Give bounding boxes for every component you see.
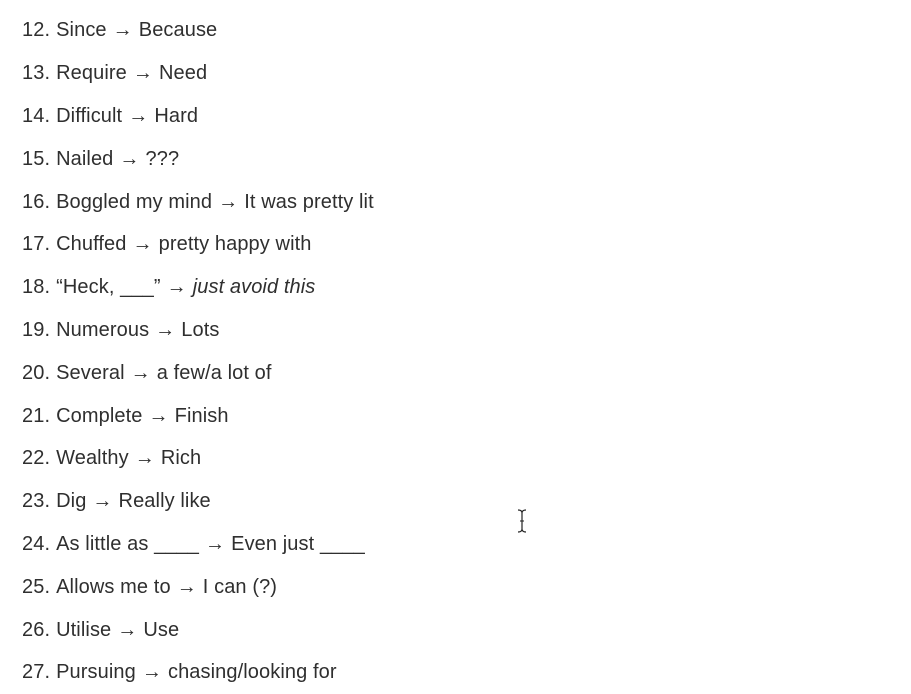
list-item: 20. Several → a few/a lot of [22,351,374,394]
item-original-word: Pursuing [56,661,136,684]
item-replacement-word: Even just ____ [231,532,365,555]
item-number: 22. [22,447,51,470]
list-item: 24. As little as ____ → Even just ____ [22,523,374,566]
item-original-word: Numerous [56,318,150,341]
item-number: 13. [22,62,51,85]
item-original-word: Chuffed [56,233,127,256]
right-arrow-icon: → [148,404,169,427]
item-number: 18. [22,276,51,299]
item-number: 15. [22,147,51,170]
item-replacement-word: It was pretty lit [244,190,374,213]
item-replacement-word: a few/a lot of [156,361,272,384]
item-original-word: Complete [56,404,143,427]
item-number: 23. [22,490,51,513]
list-item: 22. Wealthy → Rich [22,437,374,480]
item-original-word: Dig [56,490,87,513]
item-replacement-word: Hard [154,104,199,127]
item-replacement-word: Use [143,618,180,641]
right-arrow-icon: → [117,618,138,641]
list-item: 16. Boggled my mind → It was pretty lit [22,180,374,223]
list-item: 25. Allows me to → I can (?) [22,565,374,608]
item-original-word: Nailed [56,147,114,170]
item-number: 24. [22,532,51,555]
right-arrow-icon: → [132,62,153,85]
item-original-word: Require [56,62,127,85]
item-replacement-word: just avoid this [192,276,316,299]
right-arrow-icon: → [205,532,226,555]
item-replacement-word: I can (?) [202,575,278,598]
right-arrow-icon: → [166,276,187,299]
item-replacement-word: Really like [118,490,211,513]
item-number: 16. [22,190,51,213]
list-item: 15. Nailed →??? [22,137,374,180]
right-arrow-icon: → [92,490,113,513]
list-item: 21. Complete → Finish [22,394,374,437]
item-original-word: Wealthy [56,447,129,470]
list-item: 12. Since → Because [22,9,374,52]
item-number: 12. [22,19,51,42]
item-replacement-word: chasing/looking for [167,661,337,684]
item-original-word: Boggled my mind [56,190,213,213]
item-number: 27. [22,661,51,684]
item-original-word: Several [56,361,125,384]
item-original-word: Difficult [56,104,123,127]
item-replacement-word: Lots [181,318,220,341]
list-item: 19. Numerous → Lots [22,309,374,352]
item-number: 26. [22,618,51,641]
right-arrow-icon: → [141,661,162,684]
text-cursor-icon [517,509,527,533]
item-replacement-word: ??? [145,147,180,170]
word-replacement-list: 12. Since → Because 13. Require → Need 14. Diff… [22,0,374,694]
right-arrow-icon: → [218,190,239,213]
list-item: 23. Dig → Really like [22,480,374,523]
item-number: 17. [22,233,51,256]
item-replacement-word: Finish [174,404,229,427]
item-replacement-word: Because [138,19,218,42]
item-number: 20. [22,361,51,384]
item-original-word: Since [56,19,107,42]
right-arrow-icon: → [130,361,151,384]
right-arrow-icon: → [132,233,153,256]
item-original-word: As little as ____ [56,532,200,555]
list-item: 13. Require → Need [22,52,374,95]
list-item: 18. “Heck, ___” → just avoid this [22,266,374,309]
item-original-word: Utilise [56,618,112,641]
item-original-word: Allows me to [56,575,171,598]
list-item: 27. Pursuing → chasing/looking for [22,651,374,694]
list-item: 17. Chuffed → pretty happy with [22,223,374,266]
right-arrow-icon: → [128,104,149,127]
list-item: 14. Difficult → Hard [22,95,374,138]
item-number: 21. [22,404,51,427]
right-arrow-icon: → [119,147,140,170]
item-original-word: “Heck, ___” [56,276,161,299]
right-arrow-icon: → [134,447,155,470]
item-number: 25. [22,575,51,598]
item-replacement-word: Need [158,62,208,85]
right-arrow-icon: → [112,19,133,42]
item-replacement-word: pretty happy with [158,233,312,256]
right-arrow-icon: → [155,318,176,341]
item-number: 14. [22,104,51,127]
list-item: 26. Utilise → Use [22,608,374,651]
right-arrow-icon: → [176,575,197,598]
item-number: 19. [22,318,51,341]
item-replacement-word: Rich [160,447,202,470]
